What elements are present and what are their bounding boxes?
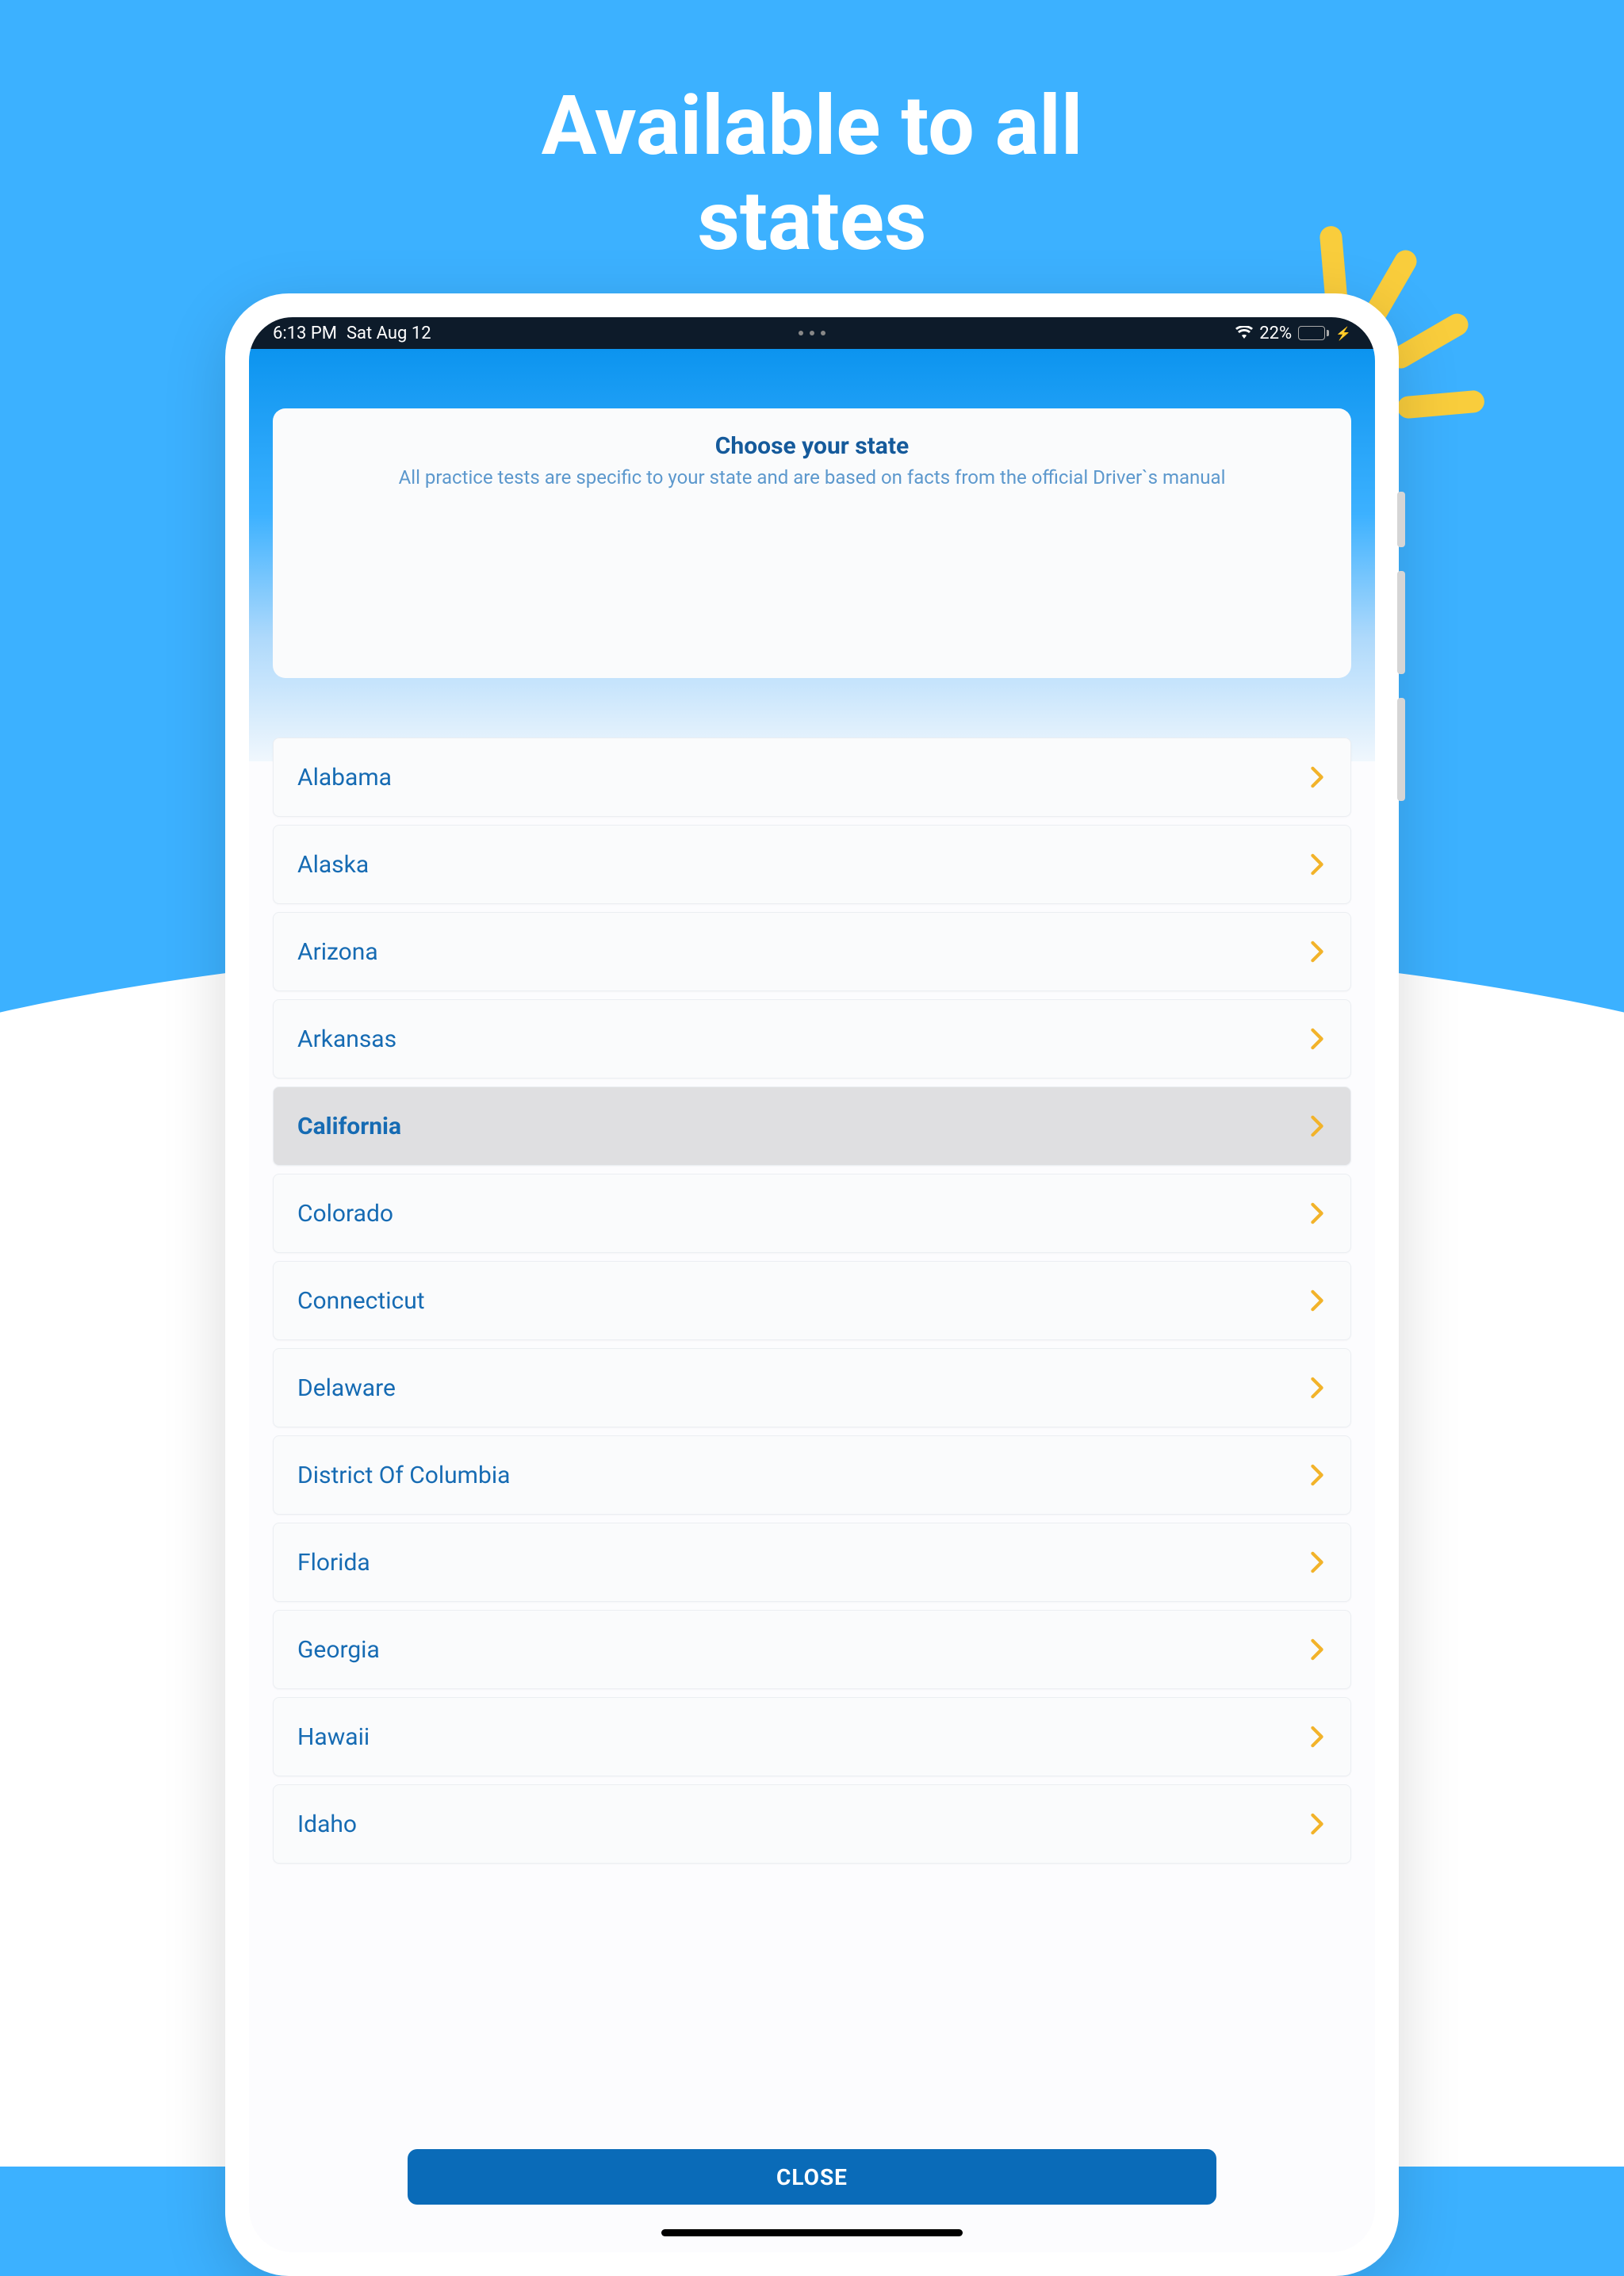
battery-percentage: 22% [1259, 324, 1292, 343]
state-row[interactable]: Georgia [273, 1610, 1351, 1689]
chevron-right-icon [1308, 1727, 1327, 1746]
chevron-right-icon [1308, 1378, 1327, 1397]
status-bar: 6:13 PM Sat Aug 12 22% ⚡ [249, 317, 1375, 349]
chevron-right-icon [1308, 1814, 1327, 1833]
state-row[interactable]: Alaska [273, 825, 1351, 904]
state-label: Alabama [297, 764, 392, 791]
wifi-icon [1235, 324, 1253, 343]
chevron-right-icon [1308, 1553, 1327, 1572]
chevron-right-icon [1308, 1117, 1327, 1136]
state-label: Colorado [297, 1200, 393, 1228]
state-row[interactable]: District Of Columbia [273, 1435, 1351, 1515]
state-label: Arizona [297, 938, 378, 966]
state-row[interactable]: California [273, 1086, 1351, 1166]
charging-icon: ⚡ [1335, 326, 1351, 341]
promo-title-line1: Available to all [0, 79, 1624, 174]
state-row[interactable]: Arkansas [273, 999, 1351, 1079]
state-row[interactable]: Florida [273, 1523, 1351, 1602]
header-card-subtitle: All practice tests are specific to your … [304, 466, 1320, 489]
header-card: Choose your state All practice tests are… [273, 408, 1351, 678]
state-label: Idaho [297, 1810, 357, 1838]
app-header: Choose your state All practice tests are… [249, 349, 1375, 761]
chevron-right-icon [1308, 1204, 1327, 1223]
state-row[interactable]: Delaware [273, 1348, 1351, 1427]
status-time: 6:13 PM [273, 324, 337, 343]
chevron-right-icon [1308, 1640, 1327, 1659]
state-row[interactable]: Idaho [273, 1784, 1351, 1864]
chevron-right-icon [1308, 855, 1327, 874]
state-label: Florida [297, 1549, 370, 1577]
state-label: Georgia [297, 1636, 380, 1664]
device-screen: 6:13 PM Sat Aug 12 22% ⚡ Choose y [249, 317, 1375, 2252]
chevron-right-icon [1308, 1466, 1327, 1485]
chevron-right-icon [1308, 942, 1327, 961]
state-row[interactable]: Colorado [273, 1174, 1351, 1253]
state-row[interactable]: Alabama [273, 738, 1351, 817]
state-label: Arkansas [297, 1025, 396, 1053]
device-frame: 6:13 PM Sat Aug 12 22% ⚡ Choose y [225, 293, 1399, 2276]
state-label: Connecticut [297, 1287, 425, 1315]
chevron-right-icon [1308, 768, 1327, 787]
state-label: California [297, 1113, 401, 1140]
chevron-right-icon [1308, 1029, 1327, 1048]
status-dots-icon [799, 331, 825, 335]
state-row[interactable]: Connecticut [273, 1261, 1351, 1340]
state-label: Delaware [297, 1374, 396, 1402]
home-indicator[interactable] [661, 2229, 963, 2236]
state-list: Alabama Alaska Arizona Arkansas California Co… [249, 738, 1375, 1864]
chevron-right-icon [1308, 1291, 1327, 1310]
state-row[interactable]: Hawaii [273, 1697, 1351, 1776]
state-row[interactable]: Arizona [273, 912, 1351, 991]
close-button[interactable]: CLOSE [408, 2149, 1216, 2205]
device-side-buttons [1397, 492, 1405, 825]
battery-icon [1298, 326, 1329, 340]
state-label: Alaska [297, 851, 369, 879]
status-date: Sat Aug 12 [347, 324, 431, 343]
state-label: District Of Columbia [297, 1462, 510, 1489]
header-card-title: Choose your state [304, 432, 1320, 460]
state-label: Hawaii [297, 1723, 370, 1751]
